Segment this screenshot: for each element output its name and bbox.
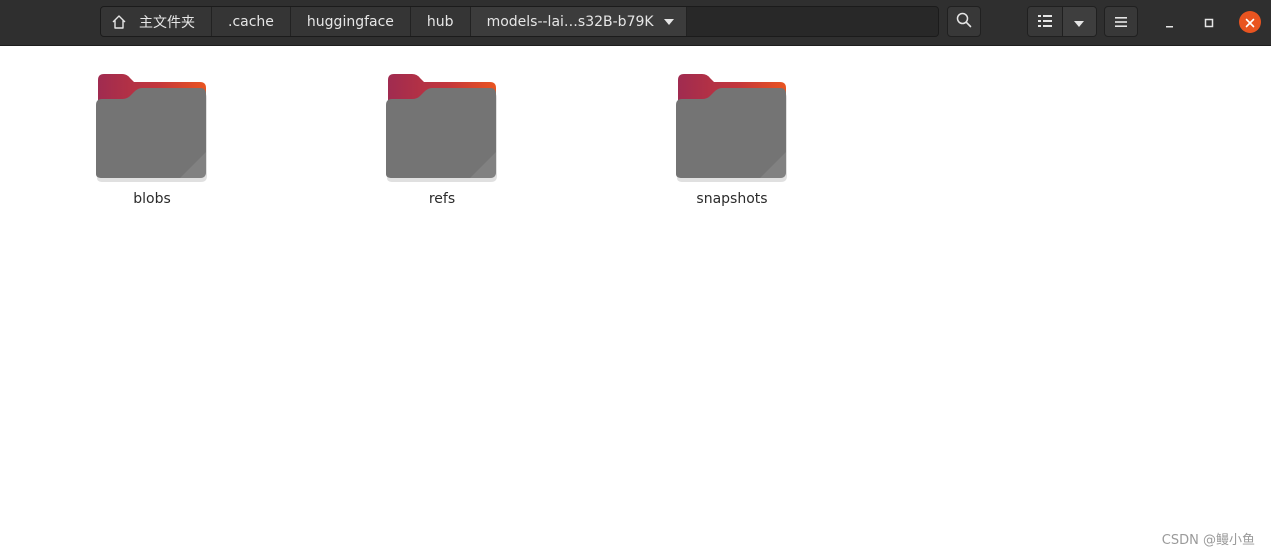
folder-icon bbox=[94, 72, 210, 182]
breadcrumb-cache[interactable]: .cache bbox=[212, 7, 291, 36]
folder-label: snapshots bbox=[696, 191, 768, 207]
watermark: CSDN @鳗小鱼 bbox=[1161, 533, 1255, 548]
path-bar: 主文件夹 .cache huggingface hub models--lai…… bbox=[100, 6, 939, 37]
folder-item[interactable]: snapshots bbox=[647, 72, 817, 207]
close-button[interactable] bbox=[1239, 11, 1261, 33]
folder-icon bbox=[384, 72, 500, 182]
path-bar-empty[interactable] bbox=[686, 7, 938, 36]
folder-item[interactable]: blobs bbox=[67, 72, 237, 207]
chevron-down-icon bbox=[1074, 12, 1085, 31]
breadcrumb-current-label: models--lai…s32B-b79K bbox=[486, 13, 654, 30]
maximize-icon bbox=[1204, 13, 1214, 32]
search-button[interactable] bbox=[947, 6, 981, 37]
folder-label: refs bbox=[428, 191, 456, 207]
minimize-icon bbox=[1164, 13, 1174, 32]
folder-label: blobs bbox=[133, 191, 171, 207]
search-icon bbox=[956, 12, 972, 32]
view-toggle-group bbox=[1027, 6, 1097, 37]
breadcrumb-hub[interactable]: hub bbox=[410, 7, 471, 36]
folder-item[interactable]: refs bbox=[357, 72, 527, 207]
list-view-icon bbox=[1037, 12, 1052, 31]
breadcrumb-huggingface[interactable]: huggingface bbox=[290, 7, 411, 36]
folder-icon bbox=[674, 72, 790, 182]
hamburger-icon bbox=[1115, 12, 1127, 31]
file-view[interactable]: blobs refs snapshots CSDN @鳗小鱼 bbox=[0, 46, 1271, 556]
breadcrumb-home-label: 主文件夹 bbox=[139, 14, 195, 31]
list-view-button[interactable] bbox=[1028, 7, 1062, 36]
header-bar: 主文件夹 .cache huggingface hub models--lai…… bbox=[0, 0, 1271, 46]
breadcrumb-current[interactable]: models--lai…s32B-b79K bbox=[470, 7, 687, 36]
minimize-button[interactable] bbox=[1158, 11, 1180, 33]
chevron-down-icon[interactable] bbox=[663, 18, 674, 25]
close-icon bbox=[1245, 13, 1255, 32]
home-icon bbox=[111, 14, 127, 30]
menu-button[interactable] bbox=[1104, 6, 1138, 37]
maximize-button[interactable] bbox=[1198, 11, 1220, 33]
breadcrumb-home[interactable]: 主文件夹 bbox=[101, 7, 212, 36]
view-options-button[interactable] bbox=[1061, 7, 1096, 36]
